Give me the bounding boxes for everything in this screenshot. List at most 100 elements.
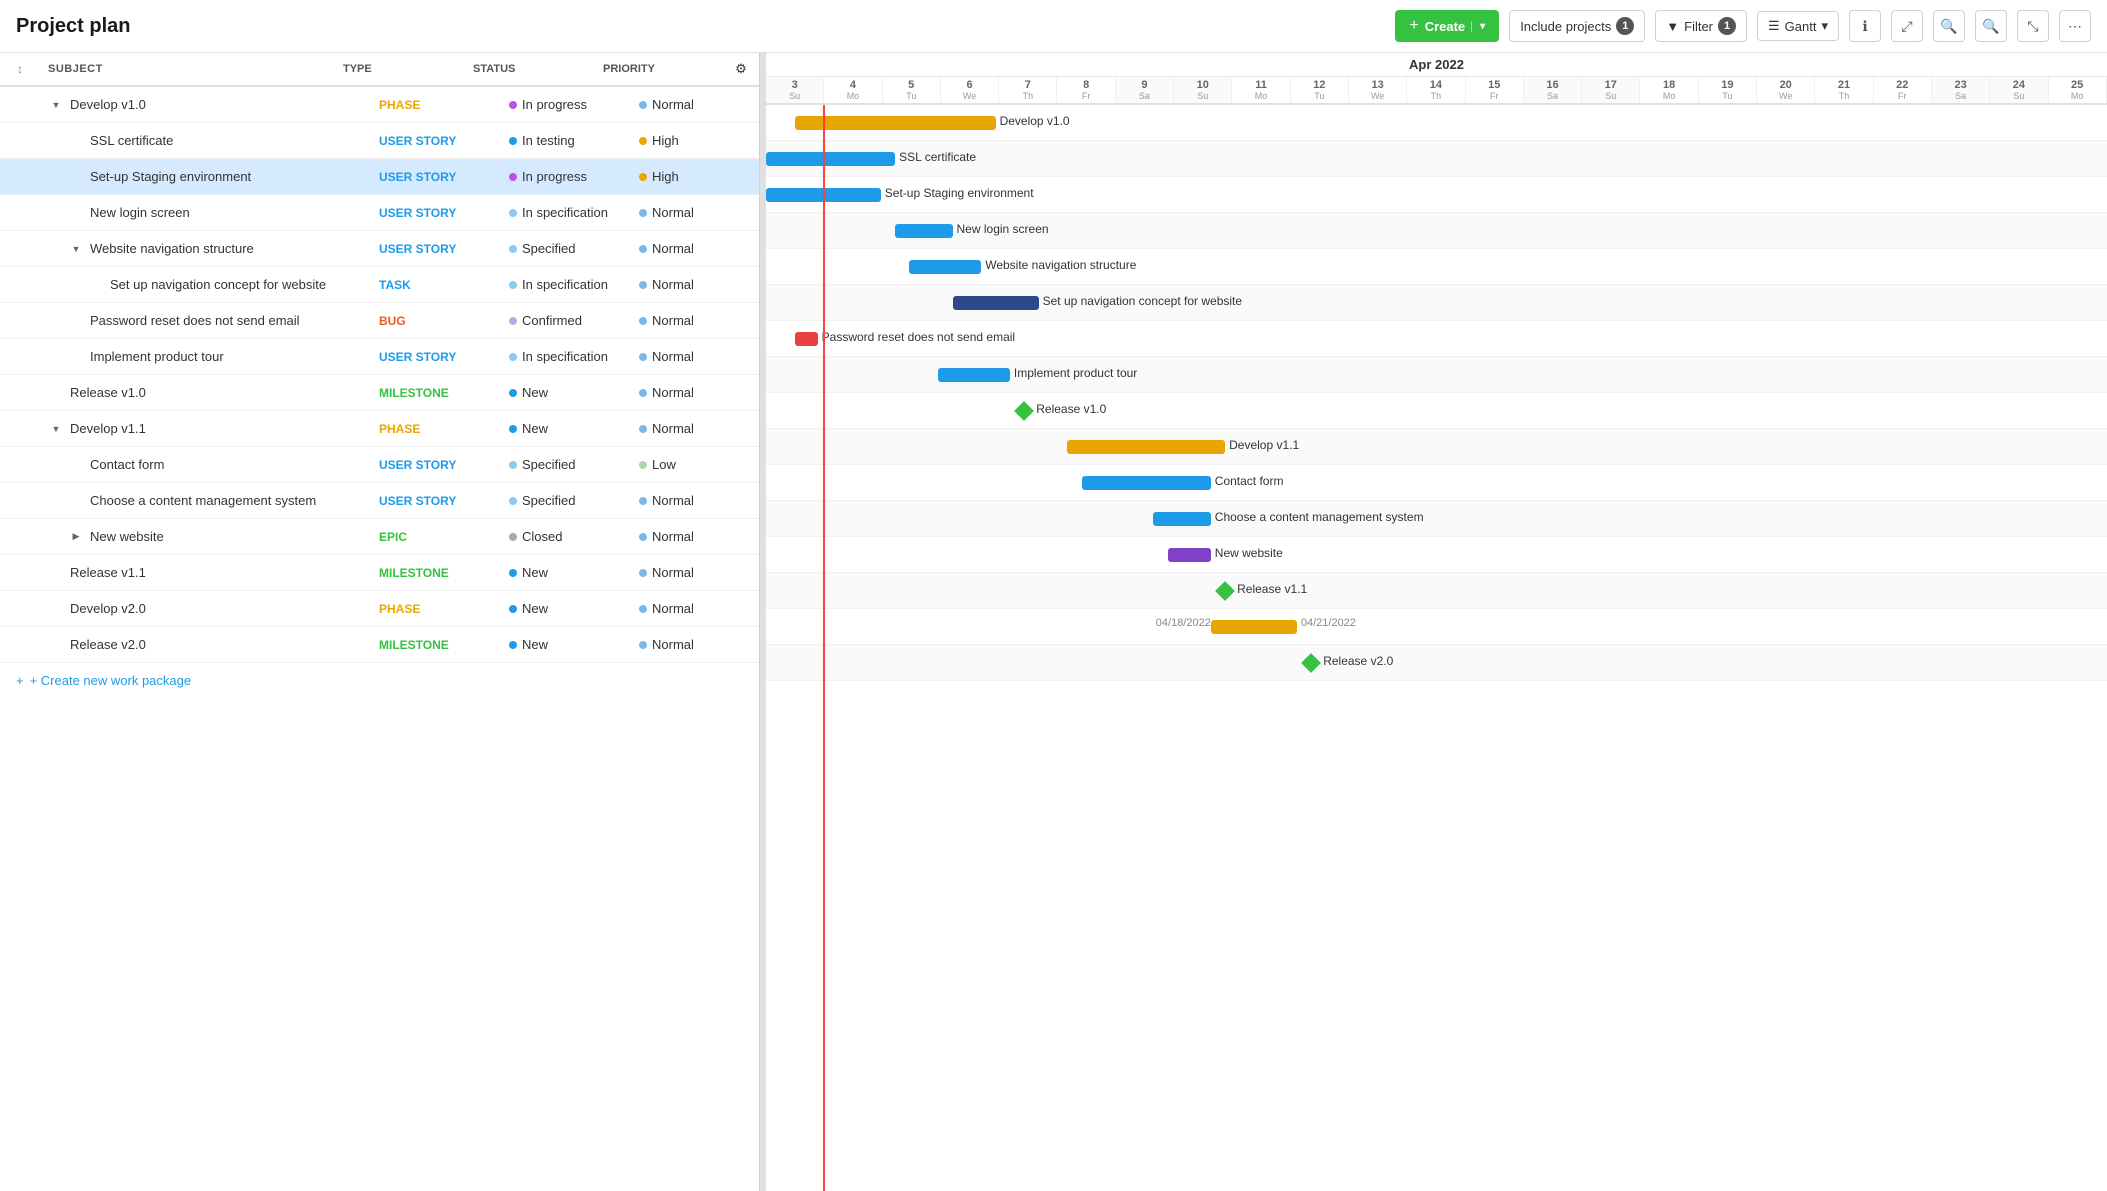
task-row[interactable]: ▼ Website navigation structure USER STOR… <box>0 231 759 267</box>
row-priority: Normal <box>639 205 759 220</box>
row-type: EPIC <box>379 530 509 544</box>
row-type: USER STORY <box>379 494 509 508</box>
task-row[interactable]: Implement product tour USER STORY In spe… <box>0 339 759 375</box>
task-row[interactable]: Release v1.1 MILESTONE New Normal <box>0 555 759 591</box>
task-row[interactable]: Develop v2.0 PHASE New Normal <box>0 591 759 627</box>
row-priority: Normal <box>639 493 759 508</box>
create-work-package-link[interactable]: + + Create new work package <box>0 663 759 698</box>
row-type: MILESTONE <box>379 566 509 580</box>
gantt-body[interactable]: Develop v1.0SSL certificateSet-up Stagin… <box>766 105 2107 1191</box>
status-text: In progress <box>522 97 587 112</box>
settings-icon[interactable]: ⚙ <box>723 61 759 77</box>
task-row[interactable]: ▶ New website EPIC Closed Normal <box>0 519 759 555</box>
task-list-panel: ↕ SUBJECT TYPE STATUS PRIORITY ⚙ ▼ Devel… <box>0 53 760 1191</box>
gantt-bar-label: Choose a content management system <box>1215 510 1424 524</box>
priority-text: Normal <box>652 493 694 508</box>
gantt-bar <box>953 296 1039 310</box>
include-projects-button[interactable]: Include projects 1 <box>1509 10 1645 42</box>
fit-button[interactable]: ⤡ <box>2017 10 2049 42</box>
row-priority: Normal <box>639 529 759 544</box>
zoom-in-button[interactable]: 🔍 <box>1933 10 1965 42</box>
task-row[interactable]: Set-up Staging environment USER STORY In… <box>0 159 759 195</box>
gantt-day: 4Mo <box>824 77 882 103</box>
row-toggle-icon[interactable]: ▼ <box>68 244 84 254</box>
day-number: 17 <box>1605 79 1617 91</box>
row-subject-text: Develop v1.1 <box>70 421 146 436</box>
create-link-label: + Create new work package <box>30 673 192 688</box>
sort-icon[interactable]: ↕ <box>0 62 40 76</box>
priority-dot <box>639 173 647 181</box>
gantt-date-end-label: 04/21/2022 <box>1301 617 1356 629</box>
row-type: PHASE <box>379 602 509 616</box>
gantt-day: 5Tu <box>883 77 941 103</box>
task-row[interactable]: ▼ Develop v1.0 PHASE In progress Normal <box>0 87 759 123</box>
task-row[interactable]: Choose a content management system USER … <box>0 483 759 519</box>
task-row[interactable]: Password reset does not send email BUG C… <box>0 303 759 339</box>
task-row[interactable]: Release v1.0 MILESTONE New Normal <box>0 375 759 411</box>
task-row[interactable]: ▼ Develop v1.1 PHASE New Normal <box>0 411 759 447</box>
row-priority: Normal <box>639 97 759 112</box>
row-toggle-icon[interactable]: ▼ <box>48 100 64 110</box>
day-number: 21 <box>1838 79 1850 91</box>
day-number: 3 <box>792 79 798 91</box>
row-type: USER STORY <box>379 134 509 148</box>
gantt-day: 17Su <box>1582 77 1640 103</box>
gantt-button[interactable]: ☰ Gantt ▾ <box>1757 11 1839 41</box>
create-button[interactable]: + Create ▾ <box>1395 10 1499 42</box>
day-name: Sa <box>1547 91 1558 101</box>
row-subject: ▼ Develop v1.0 <box>40 97 379 112</box>
gantt-day: 23Sa <box>1932 77 1990 103</box>
row-toggle-icon[interactable]: ▶ <box>68 531 84 542</box>
priority-text: Normal <box>652 205 694 220</box>
priority-text: Normal <box>652 601 694 616</box>
type-header: TYPE <box>343 63 473 75</box>
gantt-bar-label: SSL certificate <box>899 150 976 164</box>
day-name: Su <box>2013 91 2024 101</box>
page-title: Project plan <box>16 15 130 38</box>
day-number: 16 <box>1546 79 1558 91</box>
row-subject: SSL certificate <box>40 133 379 148</box>
gantt-bar <box>938 368 1010 382</box>
row-priority: Low <box>639 457 759 472</box>
info-button[interactable]: ℹ <box>1849 10 1881 42</box>
row-status: In testing <box>509 133 639 148</box>
status-dot <box>509 533 517 541</box>
day-number: 11 <box>1255 79 1267 91</box>
filter-button[interactable]: ▼ Filter 1 <box>1655 10 1747 42</box>
priority-text: Low <box>652 457 676 472</box>
gantt-row: Implement product tour <box>766 357 2107 393</box>
day-name: Su <box>1197 91 1208 101</box>
filter-icon: ▼ <box>1666 19 1679 34</box>
row-toggle-icon[interactable]: ▼ <box>48 424 64 434</box>
row-status: In progress <box>509 97 639 112</box>
gantt-panel: Apr 2022 3Su4Mo5Tu6We7Th8Fr9Sa10Su11Mo12… <box>766 53 2107 1191</box>
more-button[interactable]: ⋯ <box>2059 10 2091 42</box>
priority-text: High <box>652 133 679 148</box>
task-row[interactable]: New login screen USER STORY In specifica… <box>0 195 759 231</box>
task-row[interactable]: Set up navigation concept for website TA… <box>0 267 759 303</box>
row-subject: ▶ New website <box>40 529 379 544</box>
priority-dot <box>639 605 647 613</box>
task-row[interactable]: SSL certificate USER STORY In testing Hi… <box>0 123 759 159</box>
status-text: Specified <box>522 241 575 256</box>
row-priority: Normal <box>639 313 759 328</box>
fullscreen-button[interactable]: ⤢ <box>1891 10 1923 42</box>
status-dot <box>509 353 517 361</box>
row-type: USER STORY <box>379 350 509 364</box>
task-row[interactable]: Contact form USER STORY Specified Low <box>0 447 759 483</box>
gantt-row: Develop v1.0 <box>766 105 2107 141</box>
gantt-label: Gantt <box>1785 19 1817 34</box>
priority-dot <box>639 353 647 361</box>
gantt-bar <box>1067 440 1225 454</box>
column-headers: ↕ SUBJECT TYPE STATUS PRIORITY ⚙ <box>0 53 759 87</box>
priority-dot <box>639 137 647 145</box>
day-name: Th <box>1023 91 1034 101</box>
day-name: We <box>963 91 976 101</box>
gantt-row: 04/18/202204/21/2022 <box>766 609 2107 645</box>
priority-text: Normal <box>652 241 694 256</box>
zoom-out-button[interactable]: 🔍 <box>1975 10 2007 42</box>
status-dot <box>509 101 517 109</box>
task-row[interactable]: Release v2.0 MILESTONE New Normal <box>0 627 759 663</box>
priority-dot <box>639 281 647 289</box>
gantt-day: 24Su <box>1990 77 2048 103</box>
